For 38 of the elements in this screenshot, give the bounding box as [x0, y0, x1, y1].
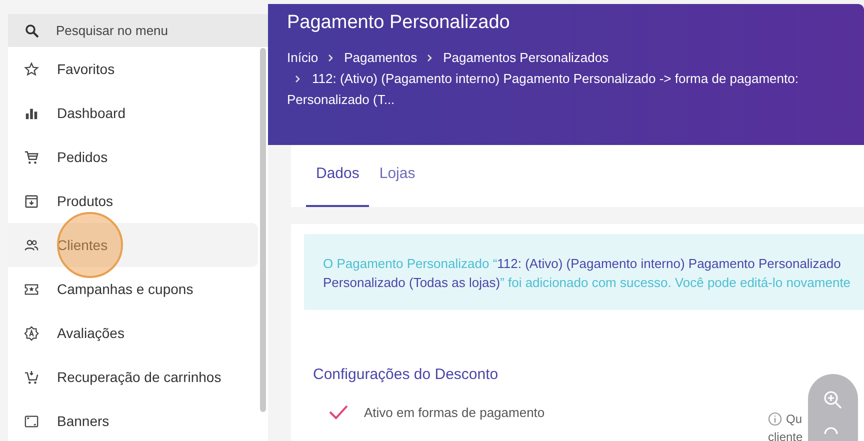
option-label: Ativo em formas de pagamento: [364, 404, 545, 422]
info-icon: [768, 412, 782, 426]
chevron-icon: [295, 74, 301, 82]
hint-text: Qu: [786, 411, 802, 428]
zoom-in-icon[interactable]: [823, 390, 843, 410]
breadcrumb-link[interactable]: Pagamentos Personalizados: [443, 50, 609, 64]
menu-item[interactable]: Dashboard: [8, 91, 258, 135]
breadcrumb-link[interactable]: Início: [287, 50, 318, 64]
menu-item[interactable]: Campanhas e cupons: [8, 267, 258, 311]
people-icon: [24, 238, 39, 252]
alert-text: Personalizado (Todas as lojas)” foi adicionado com sucesso. Você pode editá-lo novamente: [323, 274, 852, 292]
tab[interactable]: Dados: [306, 159, 370, 207]
menu-search-field[interactable]: Pesquisar no menu: [8, 14, 268, 47]
image-icon: [24, 414, 39, 428]
menu-item[interactable]: Favoritos: [8, 47, 258, 91]
menu-item[interactable]: Pedidos: [8, 135, 258, 179]
menu-item[interactable]: Recuperação de carrinhos: [8, 355, 258, 399]
menu-item[interactable]: Banners: [8, 399, 258, 441]
star-icon: [24, 62, 39, 76]
section-title: Configurações do Desconto: [313, 365, 500, 385]
chevron-icon: [427, 54, 434, 62]
check-icon[interactable]: [328, 403, 350, 422]
menu-item[interactable]: Avaliações: [8, 311, 258, 355]
tab[interactable]: Lojas: [369, 159, 426, 207]
chevron-icon: [328, 54, 334, 62]
ticket-icon: [24, 282, 39, 296]
page-title: Pagamento Personalizado: [287, 11, 511, 35]
alert-text: O Pagamento Personalizado “112: (Ativo) (Pagamento interno) Pagamento Personalizado: [323, 255, 842, 273]
breadcrumb-link[interactable]: 112: (Ativo) (Pagamento interno) Pagamento Personalizado -> forma de pagamento: Personalizado (T...: [287, 68, 823, 110]
cart-icon: [24, 150, 39, 164]
menu-item[interactable]: Produtos: [8, 179, 258, 223]
box-icon: [24, 194, 39, 208]
cart-icon: [24, 370, 39, 384]
badge-icon: [24, 326, 39, 340]
scrollbar[interactable]: [260, 48, 266, 412]
hint-text: cliente: [768, 429, 803, 441]
breadcrumb-link[interactable]: Pagamentos: [344, 50, 418, 64]
search-icon: [25, 24, 39, 38]
